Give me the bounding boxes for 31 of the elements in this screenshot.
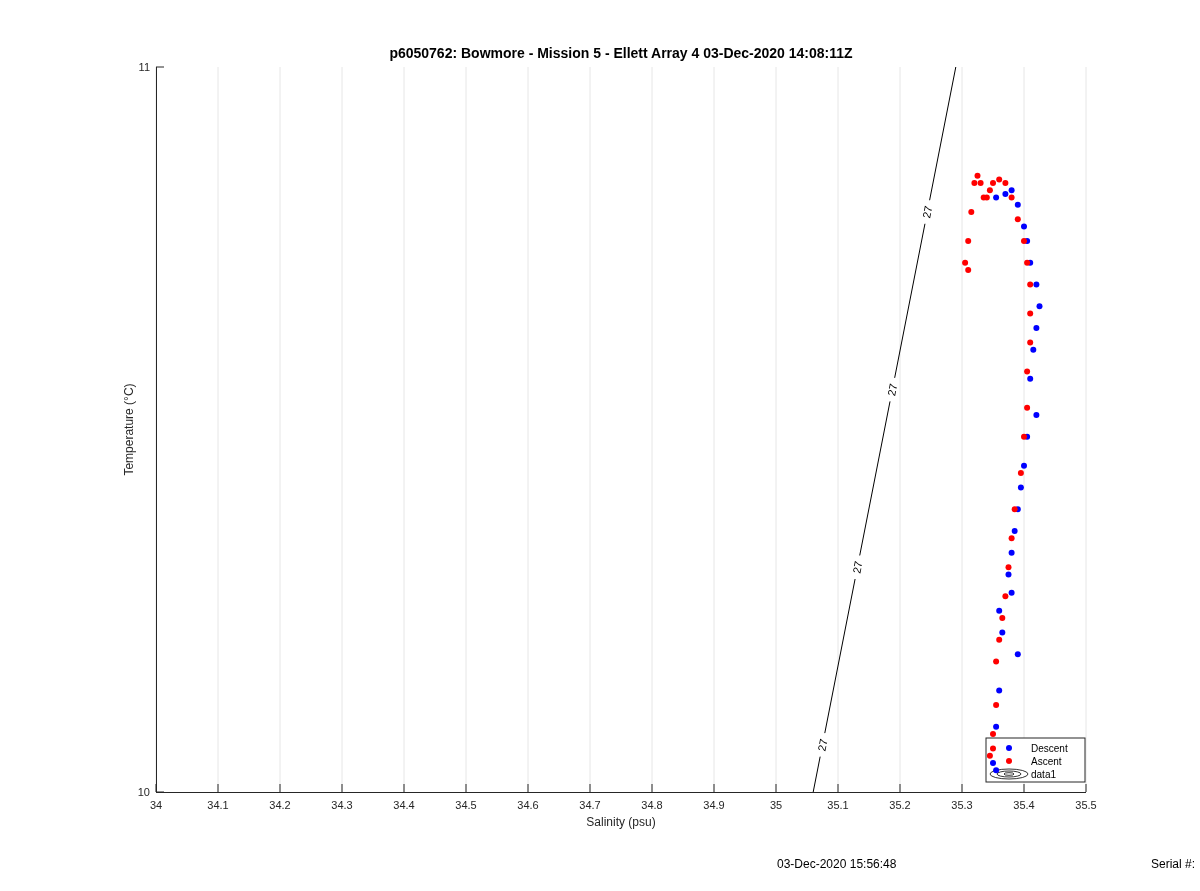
x-tick-label: 35 — [769, 799, 783, 811]
legend-label: data1 — [1031, 768, 1057, 780]
x-tick-label: 35.4 — [1013, 799, 1035, 811]
serial-label: Serial #: — [1151, 857, 1196, 871]
x-tick-label: 34.7 — [579, 799, 601, 811]
x-tick-label: 34.8 — [641, 799, 663, 811]
x-tick-label: 34.6 — [517, 799, 539, 811]
x-tick-label: 34.2 — [269, 799, 291, 811]
x-tick-label: 34.9 — [703, 799, 725, 811]
x-axis-label: Salinity (psu) — [586, 815, 656, 829]
x-tick-label: 34.4 — [393, 799, 415, 811]
x-tick-label: 35.1 — [827, 799, 849, 811]
legend-label: Ascent — [1031, 755, 1062, 767]
x-tick-label: 34.1 — [207, 799, 229, 811]
contour-label: 27 — [920, 204, 935, 220]
chart-title: p6050762: Bowmore - Mission 5 - Ellett Array 4 03-Dec-2020 14:08:11Z — [389, 45, 853, 61]
y-tick-label: 10 — [137, 786, 150, 798]
contour-label: 27 — [850, 560, 865, 575]
x-tick-label: 35.3 — [951, 799, 973, 811]
y-tick-label: 11 — [138, 61, 150, 73]
contour-label: 27 — [885, 382, 900, 397]
x-tick-label: 35.2 — [889, 799, 911, 811]
contour-icon — [989, 768, 1029, 780]
x-tick-label: 34.3 — [331, 799, 353, 811]
contour-label: 27 — [815, 737, 830, 753]
x-tick-label: 35.5 — [1075, 799, 1097, 811]
timestamp: 03-Dec-2020 15:56:48 — [777, 857, 897, 871]
y-axis-label: Temperature (°C) — [122, 383, 136, 476]
x-tick-label: 34.5 — [455, 799, 477, 811]
legend-label: Descent — [1031, 742, 1068, 754]
x-tick-label: 34 — [149, 799, 163, 811]
